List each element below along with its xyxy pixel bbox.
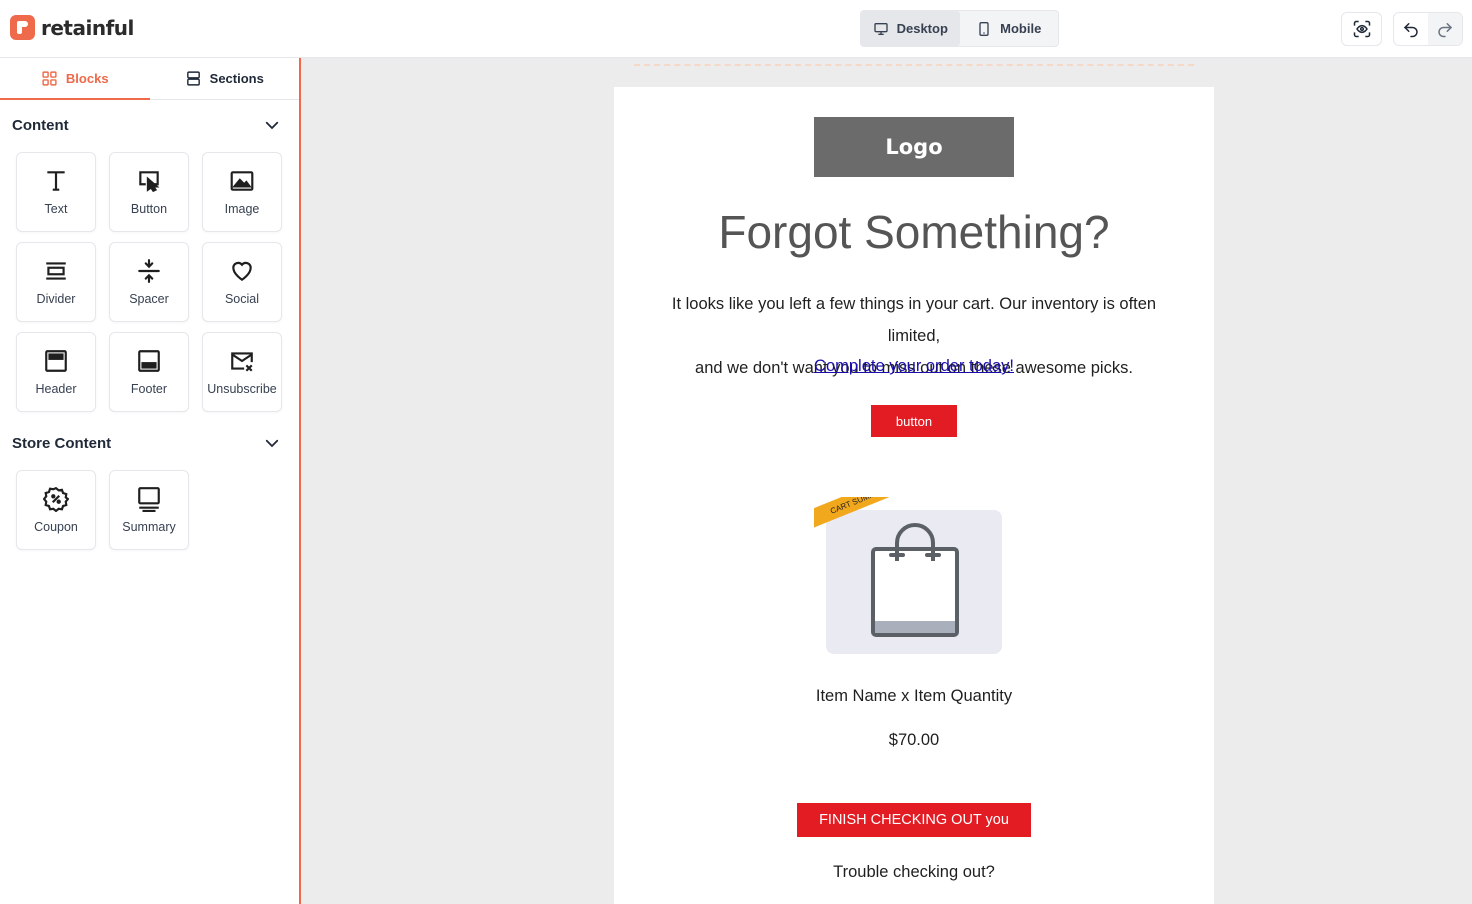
heart-icon bbox=[232, 261, 252, 281]
logo-placeholder[interactable]: Logo bbox=[814, 117, 1014, 177]
editor-canvas: Logo Forgot Something? It looks like you… bbox=[302, 58, 1472, 904]
block-spacer[interactable]: Spacer bbox=[109, 242, 189, 322]
undo-icon bbox=[1403, 23, 1418, 38]
block-divider[interactable]: Divider bbox=[16, 242, 96, 322]
coupon-icon bbox=[43, 486, 69, 512]
content-group-title: Content bbox=[12, 116, 69, 134]
email-preview[interactable]: Logo Forgot Something? It looks like you… bbox=[614, 87, 1214, 904]
mail-x-icon bbox=[231, 352, 253, 372]
block-footer[interactable]: Footer bbox=[109, 332, 189, 412]
desktop-label: Desktop bbox=[896, 21, 948, 36]
tab-sections-label: Sections bbox=[209, 71, 264, 86]
ribbon-clip: CART SUMMARY EXAMPLE bbox=[814, 497, 959, 557]
divider-icon bbox=[46, 262, 66, 280]
chevron-down-icon bbox=[265, 121, 279, 130]
button-icon bbox=[139, 171, 160, 193]
store-content-group-title: Store Content bbox=[12, 434, 112, 452]
drop-zone-border bbox=[634, 58, 1194, 66]
block-label: Button bbox=[130, 202, 168, 216]
sections-icon bbox=[186, 71, 200, 86]
retainful-logo-icon bbox=[10, 15, 35, 40]
mobile-label: Mobile bbox=[1000, 21, 1042, 36]
block-label: Summary bbox=[122, 520, 176, 534]
body-line-1: It looks like you left a few things in y… bbox=[671, 295, 1157, 345]
block-button[interactable]: Button bbox=[109, 152, 189, 232]
block-unsubscribe[interactable]: Unsubscribe bbox=[202, 332, 282, 412]
device-toggle: Desktop Mobile bbox=[860, 10, 1059, 47]
block-label: Coupon bbox=[34, 520, 78, 534]
desktop-icon bbox=[873, 22, 888, 35]
blocks-sidebar: Blocks Sections Content Text Button Imag… bbox=[0, 58, 301, 904]
block-image[interactable]: Image bbox=[202, 152, 282, 232]
block-label: Divider bbox=[36, 292, 76, 306]
complete-order-link[interactable]: Complete your order today! bbox=[614, 357, 1214, 376]
undo-button[interactable] bbox=[1394, 13, 1428, 45]
block-label: Header bbox=[35, 382, 77, 396]
mobile-icon bbox=[979, 21, 989, 36]
block-coupon[interactable]: Coupon bbox=[16, 470, 96, 550]
brand-logo[interactable]: retainful bbox=[10, 15, 134, 40]
block-text[interactable]: Text bbox=[16, 152, 96, 232]
preview-button[interactable] bbox=[1341, 12, 1382, 46]
redo-icon bbox=[1438, 23, 1453, 38]
desktop-view-button[interactable]: Desktop bbox=[861, 11, 960, 46]
store-content-group-header[interactable]: Store Content bbox=[0, 418, 299, 468]
block-header[interactable]: Header bbox=[16, 332, 96, 412]
email-button[interactable]: button bbox=[871, 405, 957, 437]
header-icon bbox=[45, 350, 67, 372]
store-blocks-grid: Coupon Summary bbox=[0, 468, 299, 550]
trouble-checkout-text[interactable]: Trouble checking out? bbox=[614, 863, 1214, 882]
item-price[interactable]: $70.00 bbox=[614, 731, 1214, 750]
tab-blocks-label: Blocks bbox=[65, 71, 109, 86]
footer-icon bbox=[138, 350, 160, 372]
tab-blocks[interactable]: Blocks bbox=[0, 58, 150, 100]
chevron-down-icon bbox=[265, 439, 279, 448]
brand-name: retainful bbox=[41, 15, 134, 40]
spacer-icon bbox=[138, 259, 160, 283]
block-label: Image bbox=[224, 202, 260, 216]
item-name-quantity[interactable]: Item Name x Item Quantity bbox=[614, 687, 1214, 706]
image-icon bbox=[230, 171, 254, 191]
block-label: Footer bbox=[130, 382, 168, 396]
text-icon bbox=[47, 171, 65, 191]
email-headline[interactable]: Forgot Something? bbox=[614, 205, 1214, 259]
cart-product-image[interactable]: CART SUMMARY EXAMPLE bbox=[814, 497, 1014, 657]
mobile-view-button[interactable]: Mobile bbox=[960, 11, 1059, 46]
block-summary[interactable]: Summary bbox=[109, 470, 189, 550]
tab-sections[interactable]: Sections bbox=[150, 58, 300, 99]
grid-icon bbox=[42, 71, 57, 86]
block-label: Text bbox=[44, 202, 68, 216]
summary-icon bbox=[138, 487, 160, 512]
block-social[interactable]: Social bbox=[202, 242, 282, 322]
block-label: Spacer bbox=[129, 292, 169, 306]
redo-button[interactable] bbox=[1428, 13, 1462, 45]
eye-scan-icon bbox=[1353, 20, 1370, 38]
undo-redo-group bbox=[1393, 12, 1463, 46]
block-label: Unsubscribe bbox=[207, 382, 277, 396]
top-bar: retainful Desktop Mobile bbox=[0, 0, 1472, 58]
cart-summary-ribbon: CART SUMMARY EXAMPLE bbox=[814, 497, 959, 534]
sidebar-tabs: Blocks Sections bbox=[0, 58, 299, 100]
content-blocks-grid: Text Button Image Divider Spacer Social … bbox=[0, 150, 299, 412]
content-group-header[interactable]: Content bbox=[0, 100, 299, 150]
block-label: Social bbox=[224, 292, 260, 306]
finish-checkout-button[interactable]: FINISH CHECKING OUT you bbox=[797, 803, 1031, 837]
